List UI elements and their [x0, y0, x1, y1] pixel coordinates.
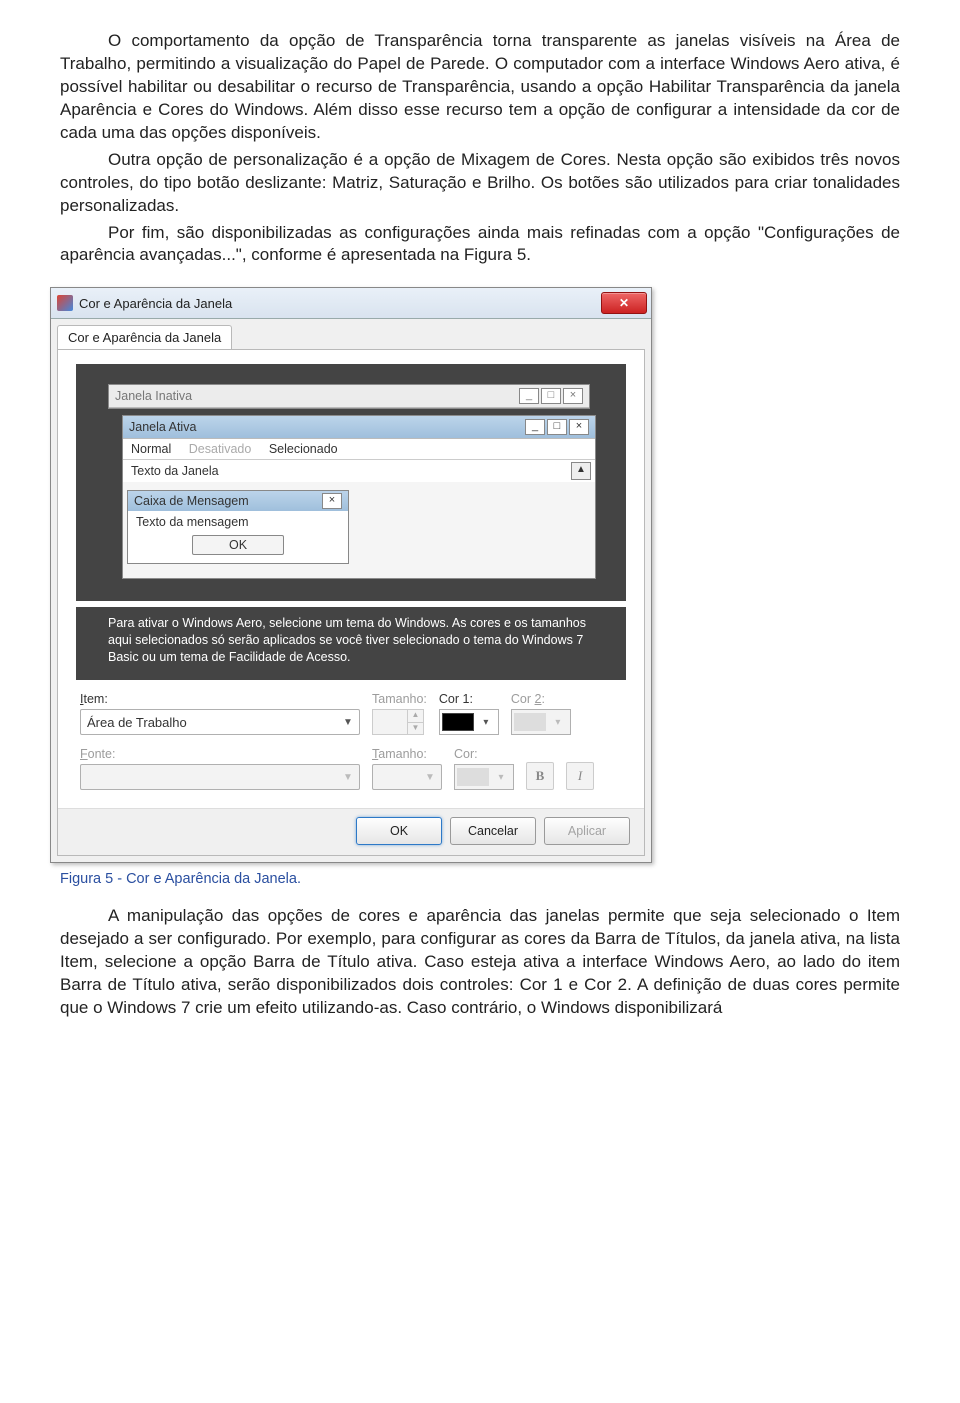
form-area: IItem:tem: Área de Trabalho ▼ Tamanho: ▲…: [76, 680, 626, 808]
size-label: Tamanho:: [372, 692, 427, 706]
figure-caption: Figura 5 - Cor e Aparência da Janela.: [60, 871, 900, 887]
chevron-down-icon: ▼: [421, 768, 439, 786]
color-chip: [514, 713, 546, 731]
menu-row: Normal Desativado Selecionado: [123, 439, 595, 459]
item-combo[interactable]: Área de Trabalho ▼: [80, 709, 360, 735]
hint-text: Para ativar o Windows Aero, selecione um…: [76, 607, 626, 680]
close-icon[interactable]: ×: [563, 388, 583, 404]
preview-message-box: Caixa de Mensagem × Texto da mensagem OK: [127, 490, 349, 564]
font-label: Fonte:: [80, 747, 360, 761]
preview-area: Janela Inativa _ □ × Janela Ativa _ □ ×: [76, 364, 626, 601]
tab-strip: Cor e Aparência da Janela: [51, 319, 651, 349]
dialog-title: Cor e Aparência da Janela: [79, 296, 232, 311]
paragraph-2: Outra opção de personalização é a opção …: [60, 149, 900, 218]
font-size-combo: ▼: [372, 764, 442, 790]
font-color-swatch: ▾: [454, 764, 514, 790]
close-icon[interactable]: ×: [322, 493, 342, 509]
apply-button[interactable]: Aplicar: [544, 817, 630, 845]
window-text-label: Texto da Janela: [127, 462, 571, 480]
cor1-swatch[interactable]: ▾: [439, 709, 499, 735]
paragraph-4-text: A manipulação das opções de cores e apar…: [60, 906, 900, 1017]
chevron-down-icon: ▼: [339, 713, 357, 731]
menu-selected[interactable]: Selecionado: [269, 442, 338, 456]
cor2-swatch: ▾: [511, 709, 571, 735]
font-combo: ▼: [80, 764, 360, 790]
maximize-icon[interactable]: □: [541, 388, 561, 404]
chevron-down-icon: ▾: [474, 717, 498, 728]
inactive-titlebar: Janela Inativa _ □ ×: [109, 385, 589, 408]
cor-label: Cor:: [454, 747, 514, 761]
minimize-icon[interactable]: _: [525, 419, 545, 435]
paragraph-1-text: O comportamento da opção de Transparênci…: [60, 31, 900, 142]
color-chip: [442, 713, 474, 731]
italic-button: I: [566, 762, 594, 790]
chevron-down-icon: ▾: [546, 717, 570, 728]
tab-appearance[interactable]: Cor e Aparência da Janela: [57, 325, 232, 349]
minimize-icon[interactable]: _: [519, 388, 539, 404]
ok-button[interactable]: OK: [356, 817, 442, 845]
size2-label: Tamanho:: [372, 747, 442, 761]
chevron-down-icon: ▾: [489, 772, 513, 783]
active-titlebar: Janela Ativa _ □ ×: [123, 416, 595, 439]
messagebox-body: Texto da mensagem OK: [128, 511, 348, 563]
dialog-window: Cor e Aparência da Janela ✕ Cor e Aparên…: [50, 287, 652, 863]
size-spinner: ▲▼: [372, 709, 424, 735]
spin-down-icon: ▼: [407, 723, 423, 735]
preview-active-window: Janela Ativa _ □ × Normal Desativado Sel…: [122, 415, 596, 579]
color-chip: [457, 768, 489, 786]
menu-normal[interactable]: Normal: [131, 442, 171, 456]
cor1-label: Cor 1:: [439, 692, 499, 706]
paragraph-4: A manipulação das opções de cores e apar…: [60, 905, 900, 1020]
close-icon[interactable]: ×: [569, 419, 589, 435]
paragraph-3-text: Por fim, são disponibilizadas as configu…: [60, 223, 900, 265]
dialog-button-row: OK Cancelar Aplicar: [58, 808, 644, 855]
window-text-row: Texto da Janela ▲: [123, 459, 595, 482]
inactive-title-text: Janela Inativa: [115, 389, 517, 403]
chevron-down-icon: ▼: [339, 768, 357, 786]
bold-button: B: [526, 762, 554, 790]
window-icon: [57, 295, 73, 311]
dialog-body: Janela Inativa _ □ × Janela Ativa _ □ ×: [57, 349, 645, 856]
messagebox-ok-button[interactable]: OK: [192, 535, 284, 555]
messagebox-titlebar: Caixa de Mensagem ×: [128, 491, 348, 511]
item-combo-value: Área de Trabalho: [87, 715, 339, 730]
preview-inactive-window: Janela Inativa _ □ ×: [108, 384, 590, 409]
dialog-titlebar: Cor e Aparência da Janela ✕: [51, 288, 651, 319]
figure-5: Cor e Aparência da Janela ✕ Cor e Aparên…: [60, 287, 900, 863]
messagebox-text: Texto da mensagem: [136, 515, 249, 529]
item-label: IItem:tem:: [80, 692, 360, 706]
paragraph-2-text: Outra opção de personalização é a opção …: [60, 150, 900, 215]
scroll-up-icon[interactable]: ▲: [571, 462, 591, 480]
paragraph-1: O comportamento da opção de Transparênci…: [60, 30, 900, 145]
spin-up-icon: ▲: [407, 710, 423, 723]
menu-disabled: Desativado: [189, 442, 252, 456]
close-icon: ✕: [619, 296, 629, 310]
paragraph-3: Por fim, são disponibilizadas as configu…: [60, 222, 900, 268]
cor2-label: Cor 2:: [511, 692, 571, 706]
active-title-text: Janela Ativa: [129, 420, 523, 434]
messagebox-title-text: Caixa de Mensagem: [134, 494, 320, 508]
close-button[interactable]: ✕: [601, 292, 647, 314]
cancel-button[interactable]: Cancelar: [450, 817, 536, 845]
maximize-icon[interactable]: □: [547, 419, 567, 435]
